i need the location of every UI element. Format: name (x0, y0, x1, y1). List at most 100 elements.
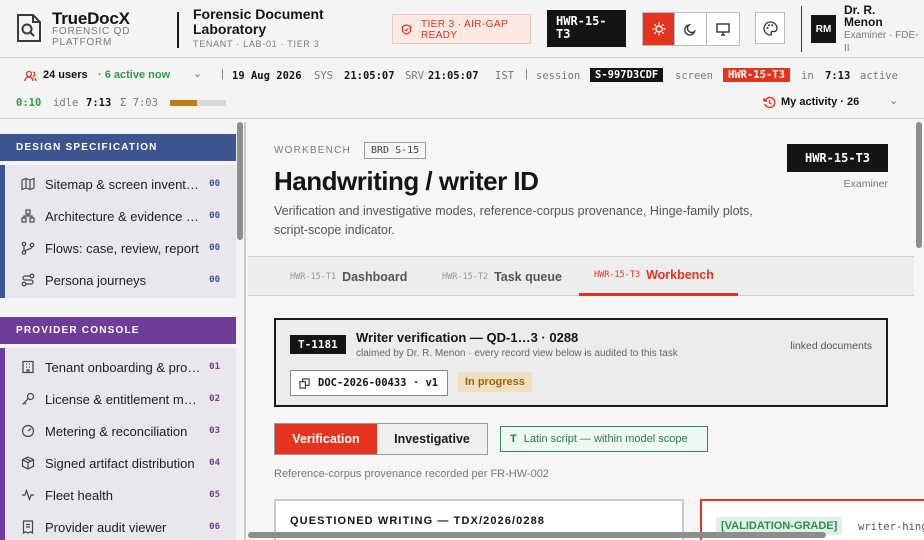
sidebar-item-sitemap[interactable]: Sitemap & screen inventory 00 (5, 168, 236, 200)
sidebar-item-label: Architecture & evidence s... (45, 208, 202, 224)
light-theme-button[interactable] (643, 13, 675, 45)
sidebar-item-label: Persona journeys (45, 272, 147, 288)
sidebar-item-count: 00 (209, 179, 220, 189)
idle-progress-bar (170, 100, 226, 106)
sun-icon (652, 22, 665, 36)
active-now[interactable]: · 6 active now (98, 69, 170, 81)
brand-subtitle: FORENSIC QD PLATFORM (52, 26, 131, 48)
tab-code: HWR-15-T3 (594, 270, 641, 280)
network-icon (21, 209, 35, 223)
idle-time: 7:13 (86, 97, 112, 109)
page-title: Handwriting / writer ID (274, 166, 539, 196)
screen-id-chip: HWR-15-T3 (547, 10, 626, 47)
in-label: in (801, 70, 814, 82)
package-icon (21, 456, 35, 470)
sidebar-item-label: Provider audit viewer (45, 519, 167, 535)
sidebar-item-flows[interactable]: Flows: case, review, report 00 (5, 232, 236, 264)
sidebar-item-architecture[interactable]: Architecture & evidence s... 00 (5, 200, 236, 232)
sidebar-item-label: Flows: case, review, report (45, 240, 199, 256)
tab-dashboard[interactable]: HWR-15-T1 Dashboard (290, 257, 407, 296)
document-chip[interactable]: DOC-2026-00433 · v1 (290, 370, 448, 396)
truedocx-logo-icon[interactable] (15, 13, 42, 43)
task-card: T-1181 Writer verification — QD-1…3 · 02… (274, 318, 888, 407)
sidebar-item-count: 05 (209, 490, 220, 500)
sidebar-item-label: License & entitlement ma... (45, 391, 202, 407)
status-badge: In progress (458, 372, 532, 392)
tab-label: Workbench (646, 268, 714, 282)
sidebar-item-license[interactable]: License & entitlement ma... 02 (5, 383, 236, 415)
sidebar-item-count: 04 (209, 458, 220, 468)
examiner-label: Examiner (843, 178, 888, 190)
idle-progress-fill (170, 100, 197, 106)
tier-badge-label: TIER 3 · AIR-GAP READY (421, 19, 508, 41)
sidebar-section-provider: PROVIDER CONSOLE (0, 317, 236, 344)
theme-switcher (642, 12, 740, 46)
sys-time: 21:05:07 (344, 70, 395, 82)
dark-theme-button[interactable] (675, 13, 707, 45)
history-icon (763, 96, 776, 109)
provenance-note: Reference-corpus provenance recorded per… (274, 468, 549, 480)
tab-code: HWR-15-T2 (442, 271, 489, 282)
session-id-chip: S-997D3CDF (590, 68, 664, 82)
sidebar-item-provider-audit[interactable]: Provider audit viewer 06 (5, 511, 236, 540)
investigative-mode-button[interactable]: Investigative (377, 424, 487, 454)
sidebar-item-persona-journeys[interactable]: Persona journeys 00 (5, 264, 236, 296)
users-icon (24, 70, 37, 82)
status-date: 19 Aug 2026 (232, 70, 302, 82)
verification-mode-button[interactable]: Verification (275, 424, 377, 454)
map-icon (21, 177, 35, 191)
sidebar-item-metering[interactable]: Metering & reconciliation 03 (5, 415, 236, 447)
script-scope-label: Latin script — within model scope (523, 433, 688, 445)
horizontal-scrollbar[interactable] (248, 532, 826, 538)
sidebar-item-signed-artifacts[interactable]: Signed artifact distribution 04 (5, 447, 236, 479)
app-header: TrueDocX FORENSIC QD PLATFORM Forensic D… (0, 0, 924, 58)
screen-label: screen (675, 70, 713, 82)
breadcrumb: WORKBENCH (274, 145, 351, 156)
lab-title: Forensic Document Laboratory (193, 6, 324, 37)
sidebar-item-count: 00 (209, 243, 220, 253)
tab-code: HWR-15-T1 (290, 271, 337, 282)
users-count: 24 users (43, 69, 88, 81)
sidebar: DESIGN SPECIFICATION Sitemap & screen in… (0, 122, 246, 540)
sidebar-item-tenant-onboarding[interactable]: Tenant onboarding & prov... 01 (5, 351, 236, 383)
srv-time: 21:05:07 (428, 70, 479, 82)
screen-tabs: HWR-15-T1 Dashboard HWR-15-T2 Task queue… (248, 256, 914, 296)
my-activity-button[interactable]: My activity · 26 (781, 96, 859, 108)
timezone: IST (495, 70, 514, 82)
task-title: Writer verification — QD-1…3 · 0288 (356, 330, 579, 345)
route-icon (21, 273, 35, 287)
tab-task-queue[interactable]: HWR-15-T2 Task queue (442, 257, 562, 296)
sidebar-item-label: Sitemap & screen inventory (45, 176, 202, 192)
tab-workbench[interactable]: HWR-15-T3 Workbench (579, 257, 738, 296)
active-label: active (860, 70, 898, 82)
idle-label: idle (53, 97, 79, 109)
sum-time: Σ 7:03 (120, 97, 158, 109)
task-id: T-1181 (290, 335, 346, 354)
sidebar-item-count: 01 (209, 362, 220, 372)
chevron-down-icon[interactable]: ⌄ (193, 67, 202, 80)
user-name: Dr. R. Menon (844, 3, 883, 29)
active-time: 0:10 (16, 97, 42, 109)
system-theme-button[interactable] (707, 13, 739, 45)
sidebar-item-fleet-health[interactable]: Fleet health 05 (5, 479, 236, 511)
main-content: WORKBENCH BRD S-15 Handwriting / writer … (248, 122, 924, 540)
sidebar-design-group: Sitemap & screen inventory 00 Architectu… (0, 165, 236, 298)
monitor-icon (716, 22, 730, 36)
tab-label: Task queue (494, 269, 562, 284)
sidebar-scrollbar[interactable] (237, 122, 243, 240)
status-separator-2: | (525, 68, 528, 80)
receipt-icon (22, 520, 34, 534)
user-role: Examiner · FDE-II (844, 30, 919, 54)
avatar[interactable]: RM (811, 15, 836, 43)
my-activity-chevron-icon[interactable]: ⌄ (889, 94, 898, 107)
git-branch-icon (21, 241, 35, 255)
sidebar-item-count: 02 (209, 394, 220, 404)
palette-button[interactable] (755, 12, 785, 44)
sidebar-item-label: Tenant onboarding & prov... (45, 359, 202, 375)
header-divider (177, 12, 179, 48)
building-icon (22, 360, 34, 374)
document-id: DOC-2026-00433 · v1 (318, 377, 439, 389)
page-description: Verification and investigative modes, re… (274, 204, 753, 237)
link-icon (299, 377, 310, 389)
main-scrollbar[interactable] (916, 122, 922, 248)
